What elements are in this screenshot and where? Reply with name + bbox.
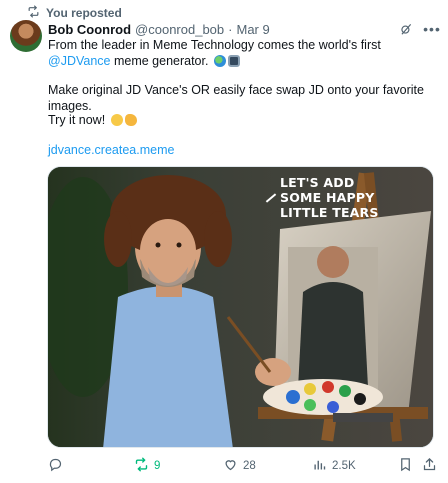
muscle-emoji-icon [124,114,137,126]
views-icon [312,457,327,475]
views-count: 2.5K [332,460,356,472]
author-name[interactable]: Bob Coonrod [48,22,131,37]
tweet-link-paragraph: jdvance.createa.meme [48,142,438,158]
tweet-text-suffix: meme generator. [110,54,209,68]
author-handle[interactable]: @coonrod_bob [135,22,224,37]
tweet-text-paragraph-2: Make original JD Vance's OR easily face … [48,83,424,113]
like-count: 28 [243,460,256,472]
repost-button[interactable]: 9 [134,457,160,475]
tweet-actions: 9 28 2.5K [48,456,438,476]
like-button[interactable]: 28 [223,457,256,475]
bookmark-icon [398,457,413,475]
external-link[interactable]: jdvance.createa.meme [48,143,174,157]
reply-button[interactable] [48,457,68,475]
heart-icon [223,457,238,475]
share-icon [422,457,437,475]
tweet-text-paragraph-3: Try it now! [48,112,438,128]
header-separator: · [228,21,233,37]
grok-icon[interactable] [398,21,414,37]
tweet-date[interactable]: Mar 9 [237,22,270,37]
share-button[interactable] [422,457,437,475]
repost-banner[interactable]: You reposted [27,5,122,21]
repost-icon [134,457,149,475]
bookmark-button[interactable] [398,457,413,475]
grin-emoji-icon [110,114,123,126]
more-icon[interactable]: ••• [423,21,440,37]
image-caption: LET'S ADD SOME HAPPY LITTLE TEARS [280,175,379,220]
tweet-text-prefix: From the leader in Meme Technology comes… [48,38,381,52]
tweet-text-paragraph-1: From the leader in Meme Technology comes… [48,37,438,69]
repost-icon [27,5,40,21]
avatar[interactable] [10,20,42,52]
reply-icon [48,457,63,475]
tweet-text-cta: Try it now! [48,113,106,127]
views-button[interactable]: 2.5K [312,457,356,475]
tv-emoji-icon [227,55,240,67]
repost-count: 9 [154,460,161,472]
globe-emoji-icon [213,55,226,67]
mention-link[interactable]: @JDVance [48,54,110,68]
tweet-image[interactable]: LET'S ADD SOME HAPPY LITTLE TEARS [47,166,434,448]
repost-banner-label: You reposted [46,6,122,20]
tweet-header: Bob Coonrod @coonrod_bob · Mar 9 ••• [48,20,440,38]
